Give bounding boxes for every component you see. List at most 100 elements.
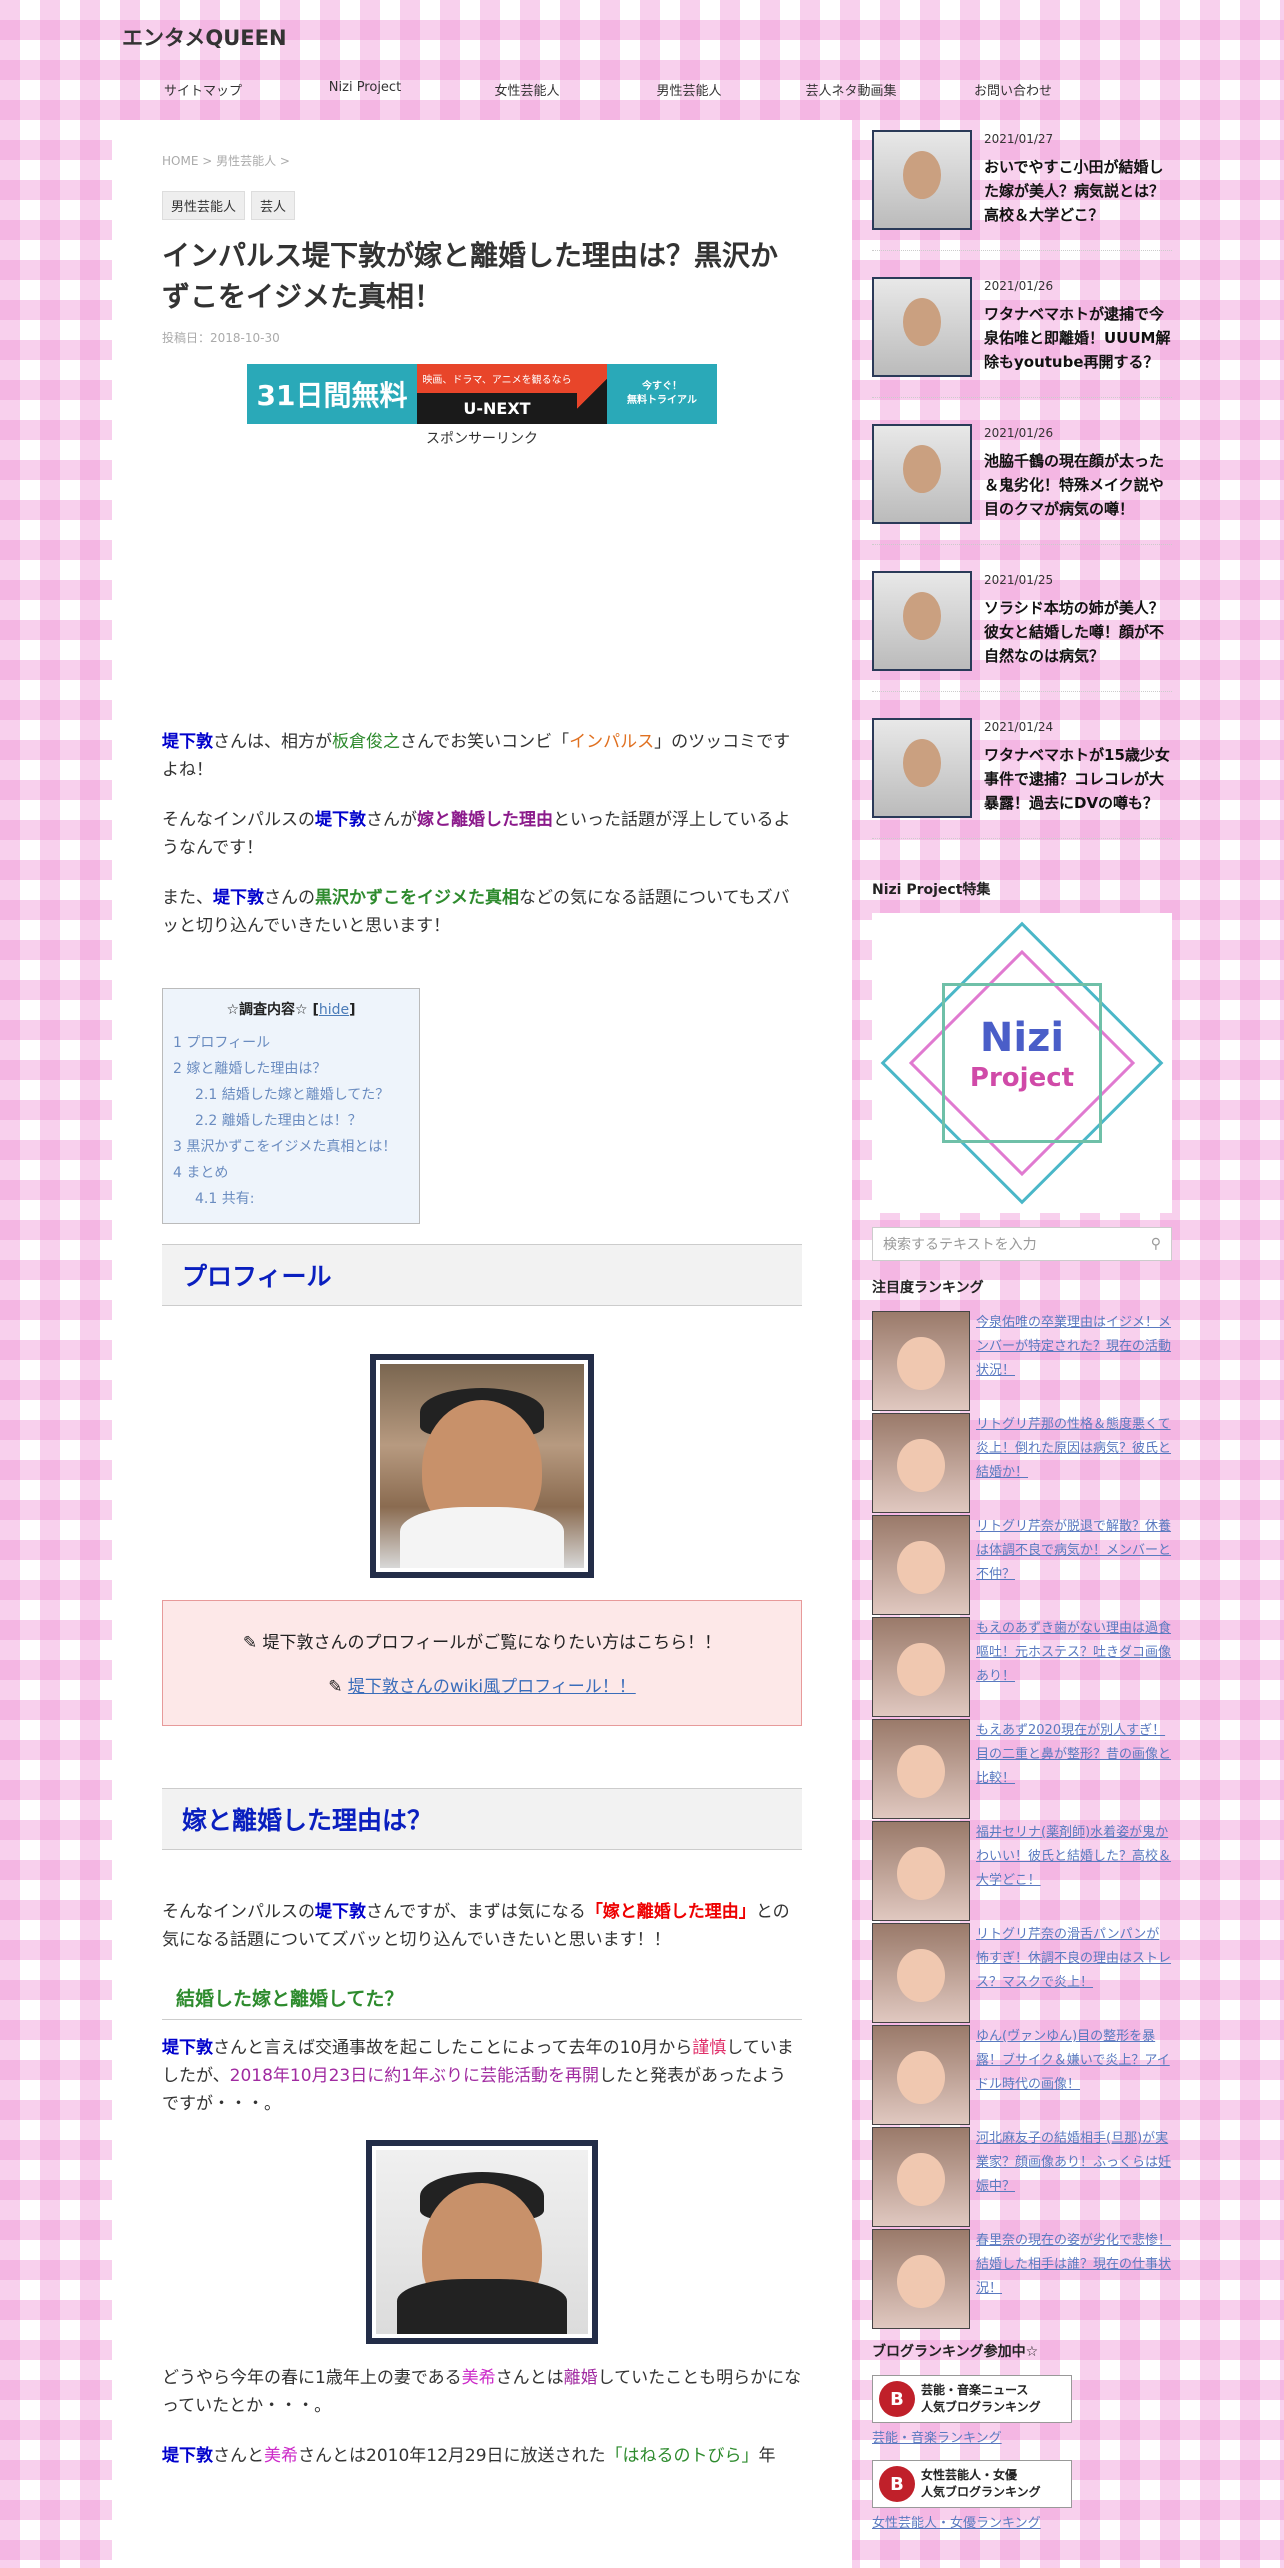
- blog-ranking-banner[interactable]: B 芸能・音楽ニュース 人気ブログランキング: [872, 2375, 1072, 2423]
- toc-item-bullying[interactable]: 3 黒沢かずこをイジメた真相とは！: [173, 1135, 409, 1161]
- post-title: インパルス堤下敦が嫁と離婚した理由は？黒沢かずこをイジメた真相！: [162, 239, 779, 313]
- table-of-contents: ☆調査内容☆ [hide] 1 プロフィール 2 嫁と離婚した理由は？ 2.1 …: [162, 988, 420, 1224]
- post-date: 2021/01/26: [984, 426, 1054, 440]
- post-date: 2021/01/26: [984, 279, 1054, 293]
- site-header: エンタメQUEEN サイトマップ Nizi Project 女性芸能人 男性芸能…: [0, 0, 1284, 120]
- ranking-item[interactable]: 今泉佑唯の卒業理由はイジメ！メンバーが特定された？現在の活動状況！: [872, 1311, 1172, 1411]
- post-title[interactable]: ワタナベマホトが15歳少女事件で逮捕？コレコレが大暴露！過去にDVの噂も？: [984, 746, 1170, 812]
- ranking-link[interactable]: 河北麻友子の結婚相手(旦那)が実業家？顔画像あり！ふっくらは妊娠中？: [976, 2127, 1172, 2227]
- ranking-item[interactable]: リトグリ芹奈の滑舌パンパンが怖すぎ！休調不良の理由はストレス？マスクで炎上！: [872, 1923, 1172, 2023]
- ranking-item[interactable]: 春里奈の現在の姿が劣化で悲惨！結婚した相手は誰？現在の仕事状況！: [872, 2229, 1172, 2329]
- post-title[interactable]: 池脇千鶴の現在顔が太った＆鬼劣化！特殊メイク説や目のクマが病気の噂！: [984, 452, 1164, 518]
- ranking-thumbnail[interactable]: [872, 1311, 970, 1411]
- nav-male-celebs[interactable]: 男性芸能人: [608, 80, 770, 99]
- nav-contact[interactable]: お問い合わせ: [932, 80, 1094, 99]
- ranking-link[interactable]: リトグリ芹奈の滑舌パンパンが怖すぎ！休調不良の理由はストレス？マスクで炎上！: [976, 1923, 1172, 2023]
- ranking-thumbnail[interactable]: [872, 2025, 970, 2125]
- ranking-link[interactable]: リトグリ芹那の性格＆態度悪くて炎上！倒れた原因は病気？彼氏と結婚か！: [976, 1413, 1172, 1513]
- nav-sitemap[interactable]: サイトマップ: [122, 80, 284, 99]
- ad-divider: [577, 364, 607, 425]
- ranking-item[interactable]: リトグリ芹奈が脱退で解散？休養は体調不良で病気か！メンバーと不仲？: [872, 1515, 1172, 1615]
- post-tags: 男性芸能人 芸人: [162, 191, 802, 220]
- post-thumbnail[interactable]: [872, 424, 972, 524]
- blog-ranking-link[interactable]: 女性芸能人・女優ランキング: [872, 2512, 1172, 2531]
- ranking-thumbnail[interactable]: [872, 2127, 970, 2227]
- toc-item-divorce[interactable]: 2 嫁と離婚した理由は？: [173, 1057, 409, 1083]
- recent-post[interactable]: 2021/01/26 池脇千鶴の現在顔が太った＆鬼劣化！特殊メイク説や目のクマが病…: [872, 424, 1172, 545]
- ranking-item[interactable]: リトグリ芹那の性格＆態度悪くて炎上！倒れた原因は病気？彼氏と結婚か！: [872, 1413, 1172, 1513]
- recent-post[interactable]: 2021/01/26 ワタナベマホトが逮捕で今泉佑唯と即離婚！UUUM解除もyou…: [872, 277, 1172, 398]
- married-paragraph: 堤下敦さんと言えば交通事故を起こしたことによって去年の10月から謹慎していました…: [162, 2038, 794, 2115]
- blog-ranking-icon: B: [879, 2381, 915, 2417]
- post-thumbnail[interactable]: [872, 571, 972, 671]
- nav-female-celebs[interactable]: 女性芸能人: [446, 80, 608, 99]
- post-date: 2021/01/25: [984, 573, 1054, 587]
- post-title[interactable]: ソラシド本坊の姉が美人？彼女と結婚した噂！顔が不自然なのは病気？: [984, 599, 1164, 665]
- ranking-link[interactable]: もえあず2020現在が別人すぎ！目の二重と鼻が整形？昔の画像と比較！: [976, 1719, 1172, 1819]
- ranking-link[interactable]: 今泉佑唯の卒業理由はイジメ！メンバーが特定された？現在の活動状況！: [976, 1311, 1172, 1411]
- site-title[interactable]: エンタメQUEEN: [122, 22, 287, 52]
- search-placeholder: 検索するテキストを入力: [883, 1237, 1037, 1253]
- post-thumbnail[interactable]: [872, 130, 972, 230]
- ranking-thumbnail[interactable]: [872, 1719, 970, 1819]
- nizi-project-banner[interactable]: Nizi Project: [872, 913, 1172, 1213]
- profile-photo: [370, 1353, 594, 1578]
- ranking-thumbnail[interactable]: [872, 1617, 970, 1717]
- toc-hide-toggle[interactable]: hide: [319, 1002, 349, 1018]
- ranking-link[interactable]: もえのあずき歯がない理由は過食嘔吐！元ホステス？吐きダコ画像あり！: [976, 1617, 1172, 1717]
- nav-comedy-videos[interactable]: 芸人ネタ動画集: [770, 80, 932, 99]
- tag-male-celebs[interactable]: 男性芸能人: [162, 191, 246, 220]
- nizi-heading: Nizi Project特集: [872, 882, 991, 898]
- post-title[interactable]: ワタナベマホトが逮捕で今泉佑唯と即離婚！UUUM解除もyoutube再開する？: [984, 305, 1170, 371]
- post-title[interactable]: おいでやすこ小田が結婚した嫁が美人？病気説とは？高校＆大学どこ？: [984, 158, 1164, 224]
- intro-paragraph-2: そんなインパルスの堤下敦さんが嫁と離婚した理由といった話題が浮上しているようなん…: [162, 810, 791, 859]
- ranking-link[interactable]: 福井セリナ(薬剤師)水着姿が鬼かわいい！彼氏と結婚した？高校＆大学どこ！: [976, 1821, 1172, 1921]
- tag-comedian[interactable]: 芸人: [251, 191, 296, 220]
- ranking-link[interactable]: ゆん(ヴァンゆん)目の整形を暴露！ブサイク＆嫌いで炎上？アイドル時代の画像！: [976, 2025, 1172, 2125]
- ranking-item[interactable]: もえのあずき歯がない理由は過食嘔吐！元ホステス？吐きダコ画像あり！: [872, 1617, 1172, 1717]
- recent-post[interactable]: 2021/01/25 ソラシド本坊の姉が美人？彼女と結婚した噂！顔が不自然なのは病…: [872, 571, 1172, 692]
- ranking-link[interactable]: 春里奈の現在の姿が劣化で悲惨！結婚した相手は誰？現在の仕事状況！: [976, 2229, 1172, 2329]
- search-icon[interactable]: ⚲: [1151, 1236, 1161, 1252]
- toc-title: ☆調査内容☆: [226, 1002, 308, 1019]
- sponsor-label: スポンサーリンク: [426, 431, 538, 448]
- toc-item-profile[interactable]: 1 プロフィール: [173, 1031, 409, 1057]
- toc-item-share[interactable]: 4.1 共有:: [173, 1187, 409, 1213]
- wiki-profile-link[interactable]: 堤下敦さんのwiki風プロフィール！！: [348, 1677, 636, 1697]
- search-input[interactable]: 検索するテキストを入力 ⚲: [872, 1227, 1172, 1261]
- intro-paragraph-1: 堤下敦さんは、相方が板倉俊之さんでお笑いコンビ「インパルス」のツッコミですよね！: [162, 732, 791, 781]
- post-thumbnail[interactable]: [872, 718, 972, 818]
- divorce-paragraph: そんなインパルスの堤下敦さんですが、まずは気になる「嫁と離婚した理由」との気にな…: [162, 1902, 790, 1951]
- ranking-thumbnail[interactable]: [872, 1413, 970, 1513]
- ranking-item[interactable]: もえあず2020現在が別人すぎ！目の二重と鼻が整形？昔の画像と比較！: [872, 1719, 1172, 1819]
- ranking-link[interactable]: リトグリ芹奈が脱退で解散？休養は体調不良で病気か！メンバーと不仲？: [976, 1515, 1172, 1615]
- nizi-logo-text: Nizi: [979, 1015, 1065, 1061]
- married-subheading: 結婚した嫁と離婚してた？: [162, 1976, 802, 2021]
- unext-ad-banner[interactable]: 31日間無料 映画、ドラマ、アニメを観るなら U-NEXT 今すぐ！ 無料トライ…: [247, 364, 717, 425]
- sidebar: 2021/01/27 おいでやすこ小田が結婚した嫁が美人？病気説とは？高校＆大学ど…: [872, 130, 1172, 2545]
- blog-ranking-icon: B: [879, 2466, 915, 2502]
- ad-tagline: 映画、ドラマ、アニメを観るなら: [417, 364, 577, 393]
- edit-icon: ✎: [242, 1632, 263, 1653]
- toc-item-reason[interactable]: 2.2 離婚した理由とは！？: [173, 1109, 409, 1135]
- nizi-logo-subtext: Project: [969, 1063, 1075, 1093]
- recent-post[interactable]: 2021/01/27 おいでやすこ小田が結婚した嫁が美人？病気説とは？高校＆大学ど…: [872, 130, 1172, 251]
- intro-paragraph-3: また、堤下敦さんの黒沢かずこをイジメた真相などの気になる話題についてもズバッと切…: [162, 888, 790, 937]
- post-thumbnail[interactable]: [872, 277, 972, 377]
- ranking-item[interactable]: 福井セリナ(薬剤師)水着姿が鬼かわいい！彼氏と結婚した？高校＆大学どこ！: [872, 1821, 1172, 1921]
- ranking-thumbnail[interactable]: [872, 1515, 970, 1615]
- breadcrumb[interactable]: HOME > 男性芸能人 >: [162, 152, 802, 169]
- toc-item-married[interactable]: 2.1 結婚した嫁と離婚してた？: [173, 1083, 409, 1109]
- ranking-thumbnail[interactable]: [872, 1923, 970, 2023]
- profile-heading: プロフィール: [162, 1243, 802, 1306]
- ranking-thumbnail[interactable]: [872, 2229, 970, 2329]
- edit-icon: ✎: [328, 1676, 348, 1697]
- blog-ranking-link[interactable]: 芸能・音楽ランキング: [872, 2427, 1172, 2446]
- blog-ranking-banner[interactable]: B 女性芸能人・女優 人気ブログランキング: [872, 2460, 1072, 2508]
- recent-post[interactable]: 2021/01/24 ワタナベマホトが15歳少女事件で逮捕？コレコレが大暴露！過去…: [872, 718, 1172, 839]
- nav-nizi-project[interactable]: Nizi Project: [284, 80, 446, 99]
- ranking-thumbnail[interactable]: [872, 1821, 970, 1921]
- ranking-item[interactable]: ゆん(ヴァンゆん)目の整形を暴露！ブサイク＆嫌いで炎上？アイドル時代の画像！: [872, 2025, 1172, 2125]
- toc-item-summary[interactable]: 4 まとめ: [173, 1161, 409, 1187]
- ranking-item[interactable]: 河北麻友子の結婚相手(旦那)が実業家？顔画像あり！ふっくらは妊娠中？: [872, 2127, 1172, 2227]
